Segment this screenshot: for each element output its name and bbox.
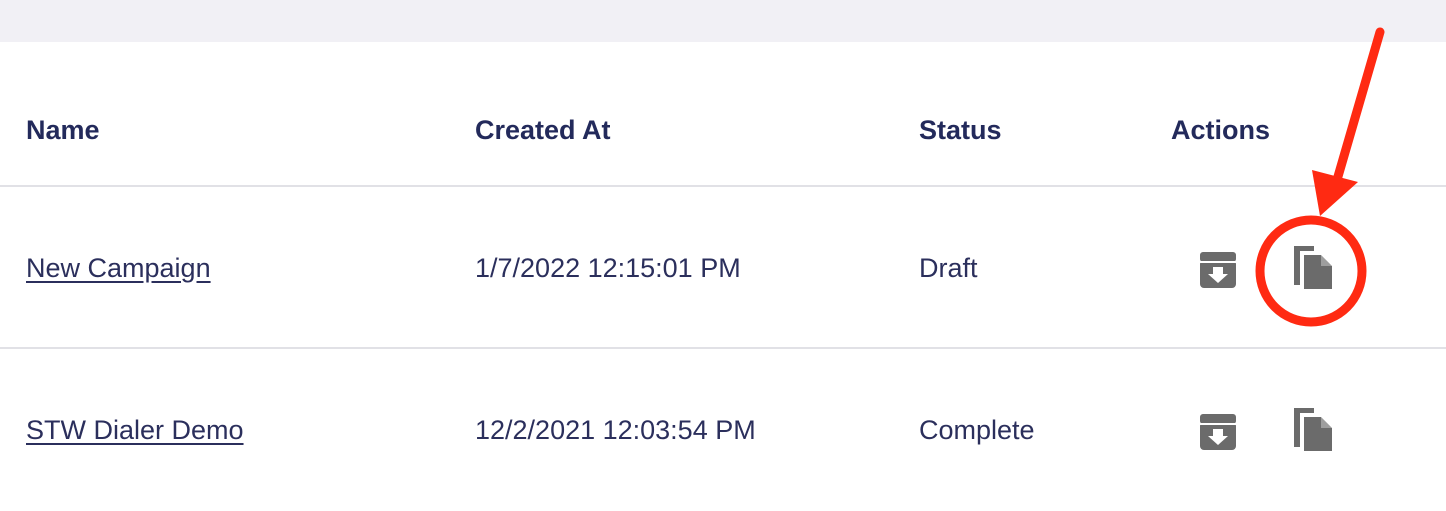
duplicate-button[interactable] bbox=[1290, 243, 1334, 293]
archive-button[interactable] bbox=[1196, 247, 1240, 297]
duplicate-button[interactable] bbox=[1290, 405, 1334, 455]
table-row: New Campaign 1/7/2022 12:15:01 PM Draft bbox=[0, 187, 1446, 349]
campaign-name-cell: New Campaign bbox=[26, 252, 211, 284]
copy-icon bbox=[1294, 408, 1332, 451]
archive-button[interactable] bbox=[1196, 409, 1240, 459]
campaign-name-link[interactable]: New Campaign bbox=[26, 253, 211, 283]
status-cell: Complete bbox=[919, 415, 1035, 445]
top-bar bbox=[0, 0, 1446, 42]
campaign-name-link[interactable]: STW Dialer Demo bbox=[26, 415, 244, 445]
campaign-name-cell: STW Dialer Demo bbox=[26, 414, 244, 446]
copy-icon bbox=[1294, 246, 1332, 289]
column-header-status[interactable]: Status bbox=[919, 114, 1002, 146]
created-at-cell: 1/7/2022 12:15:01 PM bbox=[475, 253, 741, 283]
archive-icon bbox=[1200, 414, 1236, 450]
archive-icon bbox=[1200, 252, 1236, 288]
column-header-created-at[interactable]: Created At bbox=[475, 114, 611, 146]
created-at-cell: 12/2/2021 12:03:54 PM bbox=[475, 415, 756, 445]
table-header-row: Name Created At Status Actions bbox=[0, 42, 1446, 187]
column-header-name[interactable]: Name bbox=[26, 114, 100, 146]
column-header-actions: Actions bbox=[1171, 115, 1271, 145]
status-cell: Draft bbox=[919, 253, 978, 283]
table-row: STW Dialer Demo 12/2/2021 12:03:54 PM Co… bbox=[0, 349, 1446, 511]
